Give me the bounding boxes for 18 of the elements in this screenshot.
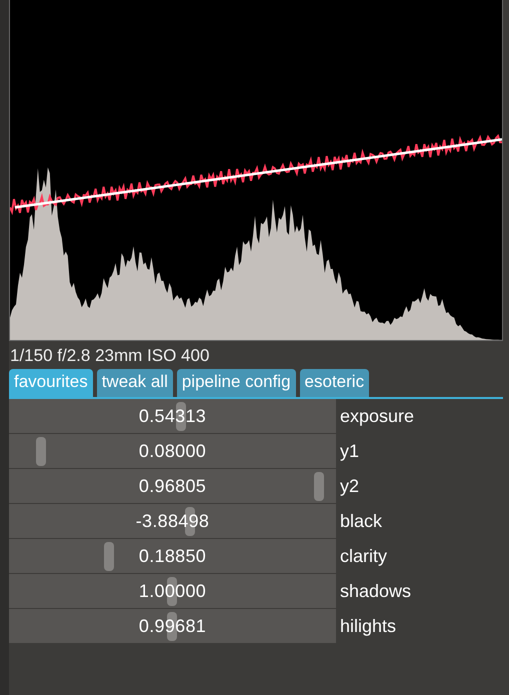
parameter-label: clarity xyxy=(339,545,388,568)
parameter-label: y2 xyxy=(339,475,360,498)
slider[interactable]: 0.99681 xyxy=(9,609,336,644)
slider[interactable]: 0.54313 xyxy=(9,399,336,434)
slider[interactable]: 1.00000 xyxy=(9,574,336,610)
parameter-label: shadows xyxy=(339,580,412,604)
slider-handle[interactable] xyxy=(314,472,324,502)
slider[interactable]: 0.08000 xyxy=(9,434,336,470)
slider[interactable]: 0.96805 xyxy=(9,469,336,504)
parameter-label: exposure xyxy=(339,405,414,428)
parameter-label: black xyxy=(339,510,382,534)
slider-handle[interactable] xyxy=(36,437,46,466)
slider[interactable]: 0.18850 xyxy=(9,539,336,574)
slider-handle[interactable] xyxy=(104,542,114,572)
slider[interactable]: -3.88498 xyxy=(9,504,336,540)
parameter-label: y1 xyxy=(339,440,360,464)
parameter-label: hilights xyxy=(339,615,396,638)
exposure-info: 1/150 f/2.8 23mm ISO 400 xyxy=(9,345,210,367)
